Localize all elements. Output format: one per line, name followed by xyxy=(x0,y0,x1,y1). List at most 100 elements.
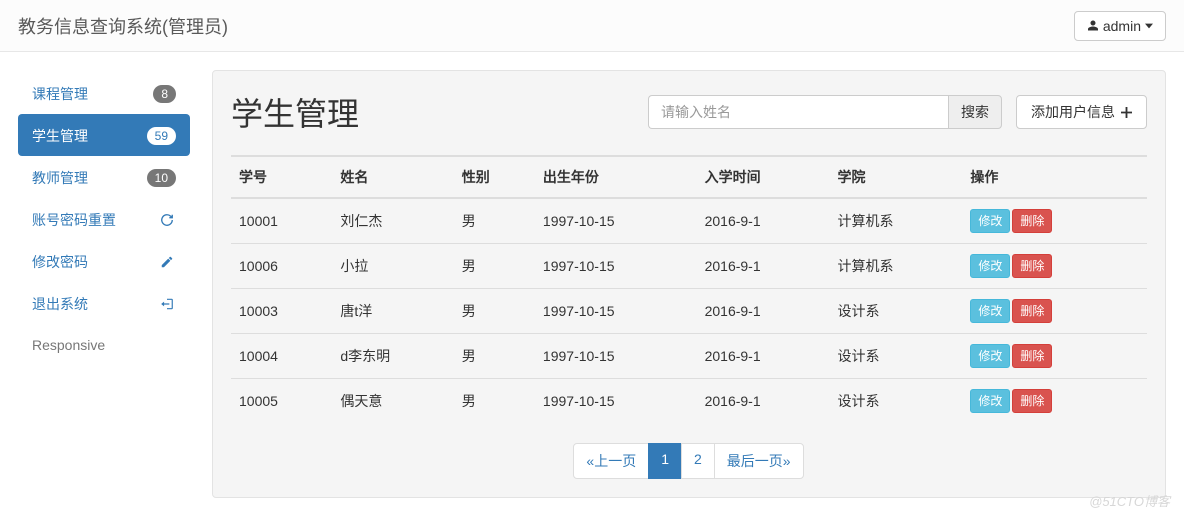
column-header: 学号 xyxy=(231,156,332,198)
students-table: 学号姓名性别出生年份入学时间学院操作 10001刘仁杰男1997-10-1520… xyxy=(231,155,1147,423)
cell-birth: 1997-10-15 xyxy=(535,334,697,379)
edit-button[interactable]: 修改 xyxy=(970,254,1010,278)
cell-name: d李东明 xyxy=(332,334,453,379)
add-user-button[interactable]: 添加用户信息 xyxy=(1016,95,1147,129)
sidebar-item-5[interactable]: 退出系统 xyxy=(18,282,190,324)
cell-enroll: 2016-9-1 xyxy=(697,379,830,424)
page-2[interactable]: 2 xyxy=(681,443,715,479)
refresh-icon xyxy=(160,213,176,227)
sidebar-item-1[interactable]: 学生管理 59 xyxy=(18,114,190,156)
page-title: 学生管理 xyxy=(231,89,359,135)
column-header: 入学时间 xyxy=(697,156,830,198)
caret-down-icon xyxy=(1145,23,1153,29)
user-label: admin xyxy=(1103,18,1141,34)
user-icon xyxy=(1087,19,1099,32)
cell-enroll: 2016-9-1 xyxy=(697,198,830,244)
cell-name: 刘仁杰 xyxy=(332,198,453,244)
cell-id: 10004 xyxy=(231,334,332,379)
cell-dept: 设计系 xyxy=(830,289,963,334)
table-row: 10004d李东明男1997-10-152016-9-1设计系修改删除 xyxy=(231,334,1147,379)
column-header: 学院 xyxy=(830,156,963,198)
cell-actions: 修改删除 xyxy=(962,334,1147,379)
pagination: «上一页12最后一页» xyxy=(231,443,1147,479)
sidebar-badge: 10 xyxy=(147,169,176,187)
sidebar-item-3[interactable]: 账号密码重置 xyxy=(18,198,190,240)
sidebar-item-label: 修改密码 xyxy=(32,252,88,272)
edit-button[interactable]: 修改 xyxy=(970,389,1010,413)
sidebar-footer: Responsive xyxy=(18,324,190,366)
cell-dept: 设计系 xyxy=(830,379,963,424)
cell-actions: 修改删除 xyxy=(962,289,1147,334)
search-group: 搜索 xyxy=(648,95,1002,129)
sidebar-badge: 8 xyxy=(153,85,176,103)
sidebar-item-0[interactable]: 课程管理 8 xyxy=(18,72,190,114)
column-header: 性别 xyxy=(454,156,535,198)
table-row: 10005偶天意男1997-10-152016-9-1设计系修改删除 xyxy=(231,379,1147,424)
pencil-icon xyxy=(160,255,176,269)
delete-button[interactable]: 删除 xyxy=(1012,344,1052,368)
cell-birth: 1997-10-15 xyxy=(535,379,697,424)
page-last[interactable]: 最后一页» xyxy=(714,443,804,479)
sidebar-item-4[interactable]: 修改密码 xyxy=(18,240,190,282)
sidebar: 课程管理 8 学生管理 59 教师管理 10 账号密码重置修改密码退出系统 Responsi… xyxy=(18,70,190,498)
main-panel: 学生管理 搜索 添加用户信息 学号姓名性别出生年份入学时间学院操作 10001刘… xyxy=(212,70,1166,498)
cell-birth: 1997-10-15 xyxy=(535,289,697,334)
cell-birth: 1997-10-15 xyxy=(535,244,697,289)
topbar: 教务信息查询系统(管理员) admin xyxy=(0,0,1184,52)
plus-icon xyxy=(1121,107,1132,118)
cell-gender: 男 xyxy=(454,244,535,289)
cell-gender: 男 xyxy=(454,198,535,244)
add-user-label: 添加用户信息 xyxy=(1031,102,1115,122)
edit-button[interactable]: 修改 xyxy=(970,344,1010,368)
table-row: 10006小拉男1997-10-152016-9-1计算机系修改删除 xyxy=(231,244,1147,289)
app-brand: 教务信息查询系统(管理员) xyxy=(18,13,228,39)
table-row: 10001刘仁杰男1997-10-152016-9-1计算机系修改删除 xyxy=(231,198,1147,244)
watermark: @51CTO博客 xyxy=(1089,491,1170,510)
cell-name: 小拉 xyxy=(332,244,453,289)
cell-id: 10001 xyxy=(231,198,332,244)
sidebar-item-label: 退出系统 xyxy=(32,294,88,314)
cell-enroll: 2016-9-1 xyxy=(697,244,830,289)
table-row: 10003唐t洋男1997-10-152016-9-1设计系修改删除 xyxy=(231,289,1147,334)
sidebar-item-2[interactable]: 教师管理 10 xyxy=(18,156,190,198)
column-header: 操作 xyxy=(962,156,1147,198)
sidebar-item-label: 课程管理 xyxy=(32,84,88,104)
delete-button[interactable]: 删除 xyxy=(1012,254,1052,278)
cell-dept: 设计系 xyxy=(830,334,963,379)
delete-button[interactable]: 删除 xyxy=(1012,209,1052,233)
main-header: 学生管理 搜索 添加用户信息 xyxy=(231,89,1147,135)
cell-id: 10006 xyxy=(231,244,332,289)
cell-birth: 1997-10-15 xyxy=(535,198,697,244)
edit-button[interactable]: 修改 xyxy=(970,299,1010,323)
cell-gender: 男 xyxy=(454,334,535,379)
cell-gender: 男 xyxy=(454,289,535,334)
cell-id: 10003 xyxy=(231,289,332,334)
cell-id: 10005 xyxy=(231,379,332,424)
sidebar-item-label: 账号密码重置 xyxy=(32,210,116,230)
body-wrap: 课程管理 8 学生管理 59 教师管理 10 账号密码重置修改密码退出系统 Responsi… xyxy=(0,52,1184,498)
page-1[interactable]: 1 xyxy=(648,443,682,479)
column-header: 出生年份 xyxy=(535,156,697,198)
logout-icon xyxy=(160,297,176,311)
user-menu-button[interactable]: admin xyxy=(1074,11,1166,41)
sidebar-item-label: 学生管理 xyxy=(32,126,88,146)
search-input[interactable] xyxy=(648,95,948,129)
delete-button[interactable]: 删除 xyxy=(1012,389,1052,413)
search-button[interactable]: 搜索 xyxy=(948,95,1002,129)
cell-dept: 计算机系 xyxy=(830,198,963,244)
cell-actions: 修改删除 xyxy=(962,198,1147,244)
cell-name: 偶天意 xyxy=(332,379,453,424)
column-header: 姓名 xyxy=(332,156,453,198)
cell-actions: 修改删除 xyxy=(962,244,1147,289)
cell-name: 唐t洋 xyxy=(332,289,453,334)
cell-enroll: 2016-9-1 xyxy=(697,289,830,334)
sidebar-badge: 59 xyxy=(147,127,176,145)
cell-enroll: 2016-9-1 xyxy=(697,334,830,379)
edit-button[interactable]: 修改 xyxy=(970,209,1010,233)
delete-button[interactable]: 删除 xyxy=(1012,299,1052,323)
cell-gender: 男 xyxy=(454,379,535,424)
cell-dept: 计算机系 xyxy=(830,244,963,289)
page-prev[interactable]: «上一页 xyxy=(573,443,649,479)
sidebar-item-label: 教师管理 xyxy=(32,168,88,188)
cell-actions: 修改删除 xyxy=(962,379,1147,424)
